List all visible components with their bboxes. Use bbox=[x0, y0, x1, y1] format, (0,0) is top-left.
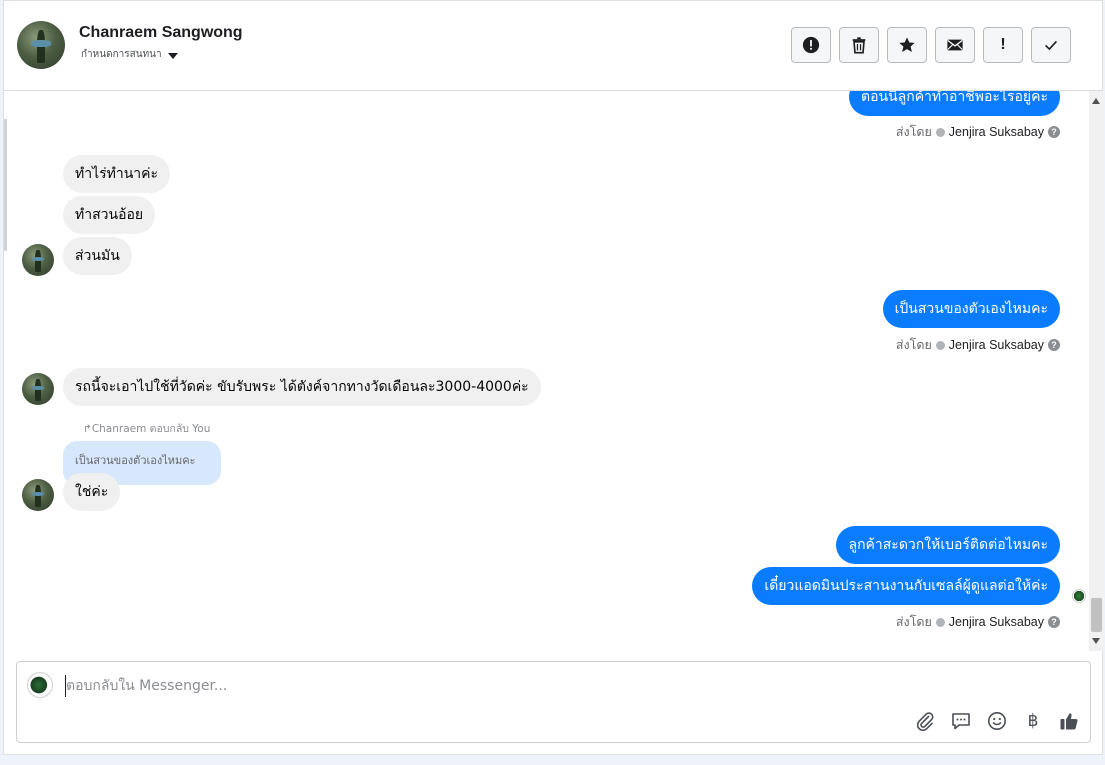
contact-avatar-small[interactable] bbox=[22, 479, 54, 511]
contact-name[interactable]: Chanraem Sangwong bbox=[79, 24, 243, 42]
outgoing-message[interactable]: ลูกค้าสะดวกให้เบอร์ติดต่อไหมคะ bbox=[836, 526, 1060, 564]
assign-conversation-dropdown[interactable]: กำหนดการสนทนา bbox=[81, 47, 178, 62]
sent-by-line: ส่งโดย Jenjira Suksabay ? bbox=[896, 122, 1060, 142]
attach-button[interactable] bbox=[914, 710, 936, 732]
contact-avatar[interactable] bbox=[17, 21, 65, 69]
baht-icon: ฿ bbox=[1027, 711, 1039, 731]
incoming-message[interactable]: ส่วนมัน bbox=[63, 237, 132, 275]
envelope-icon bbox=[947, 39, 963, 51]
agent-name[interactable]: Jenjira Suksabay bbox=[949, 125, 1044, 139]
help-icon[interactable]: ? bbox=[1048, 339, 1060, 351]
help-icon[interactable]: ? bbox=[1048, 616, 1060, 628]
mark-done-button[interactable] bbox=[1031, 27, 1071, 63]
agent-status-icon bbox=[935, 340, 945, 350]
incoming-message[interactable]: ทำไร่ทำนาค่ะ bbox=[63, 155, 171, 193]
message-thread[interactable]: ตอนนี้ลูกค้าทำอาชีพอะไรอยู่คะ ส่งโดย Jen… bbox=[4, 91, 1089, 651]
reply-input[interactable] bbox=[65, 675, 866, 697]
star-icon bbox=[899, 37, 915, 53]
like-button[interactable] bbox=[1058, 710, 1080, 732]
agent-name[interactable]: Jenjira Suksabay bbox=[949, 338, 1044, 352]
outgoing-message[interactable]: ตอนนี้ลูกค้าทำอาชีพอะไรอยู่คะ bbox=[849, 91, 1060, 116]
thread-scrollbar[interactable] bbox=[1089, 91, 1104, 651]
agent-status-icon bbox=[935, 617, 945, 627]
trash-icon bbox=[852, 37, 866, 54]
contact-avatar-small[interactable] bbox=[22, 244, 54, 276]
outgoing-message[interactable]: เป็นสวนของตัวเองไหมคะ bbox=[882, 290, 1060, 328]
paperclip-icon bbox=[916, 712, 934, 731]
messenger-panel: Chanraem Sangwong กำหนดการสนทนา ! ตอนนี้… bbox=[3, 0, 1104, 755]
contact-avatar-small[interactable] bbox=[22, 373, 54, 405]
sent-by-line: ส่งโดย Jenjira Suksabay ? bbox=[896, 335, 1060, 355]
sent-by-prefix: ส่งโดย bbox=[895, 125, 932, 139]
follow-up-button[interactable]: ! bbox=[983, 27, 1023, 63]
thumbs-up-icon bbox=[1060, 713, 1078, 730]
agent-name[interactable]: Jenjira Suksabay bbox=[949, 615, 1044, 629]
seen-avatar-icon bbox=[1072, 589, 1086, 603]
assign-label: กำหนดการสนทนา bbox=[81, 49, 162, 60]
conversation-actions: ! bbox=[791, 27, 1071, 63]
composer-tools: ฿ bbox=[914, 710, 1080, 732]
scroll-up-arrow-icon[interactable] bbox=[1092, 98, 1100, 104]
incoming-message[interactable]: รถนี้จะเอาไปใช้ที่วัดค่ะ ขับรับพระ ได้ตั… bbox=[63, 368, 541, 406]
sent-by-line: ส่งโดย Jenjira Suksabay ? bbox=[896, 612, 1060, 632]
sent-by-prefix: ส่งโดย bbox=[895, 338, 932, 352]
mark-spam-button[interactable] bbox=[791, 27, 831, 63]
incoming-message[interactable]: ใช่ค่ะ bbox=[63, 473, 121, 511]
check-icon bbox=[1045, 40, 1057, 51]
sent-by-prefix: ส่งโดย bbox=[895, 615, 932, 629]
emoji-button[interactable] bbox=[986, 710, 1008, 732]
incoming-message[interactable]: ทำสวนอ้อย bbox=[63, 196, 156, 234]
reply-composer: ฿ bbox=[16, 661, 1091, 743]
avatar-accent bbox=[31, 491, 45, 497]
conversation-header: Chanraem Sangwong กำหนดการสนทนา ! bbox=[4, 1, 1102, 91]
avatar-accent bbox=[31, 385, 45, 391]
alert-circle-icon bbox=[802, 36, 820, 54]
star-button[interactable] bbox=[887, 27, 927, 63]
page-logo-icon bbox=[27, 672, 53, 698]
exclamation-icon: ! bbox=[1000, 36, 1006, 53]
emoji-icon bbox=[988, 712, 1006, 730]
scroll-down-arrow-icon[interactable] bbox=[1092, 638, 1100, 644]
saved-replies-button[interactable] bbox=[950, 710, 972, 732]
reply-note-text: Chanraem ตอบกลับ You bbox=[91, 423, 211, 435]
avatar-accent bbox=[31, 40, 51, 47]
help-icon[interactable]: ? bbox=[1048, 126, 1060, 138]
delete-button[interactable] bbox=[839, 27, 879, 63]
caret-down-icon bbox=[167, 52, 178, 59]
outgoing-message[interactable]: เดี๋ยวแอดมินประสานงานกับเซลล์ผู้ดูแลต่อใ… bbox=[752, 567, 1060, 605]
payment-button[interactable]: ฿ bbox=[1022, 710, 1044, 732]
scrollbar-thumb[interactable] bbox=[1091, 598, 1102, 632]
reply-note: ↱Chanraem ตอบกลับ You bbox=[83, 423, 211, 435]
avatar-accent bbox=[31, 256, 45, 262]
mark-unread-button[interactable] bbox=[935, 27, 975, 63]
saved-reply-icon bbox=[952, 713, 970, 730]
agent-status-icon bbox=[935, 127, 945, 137]
